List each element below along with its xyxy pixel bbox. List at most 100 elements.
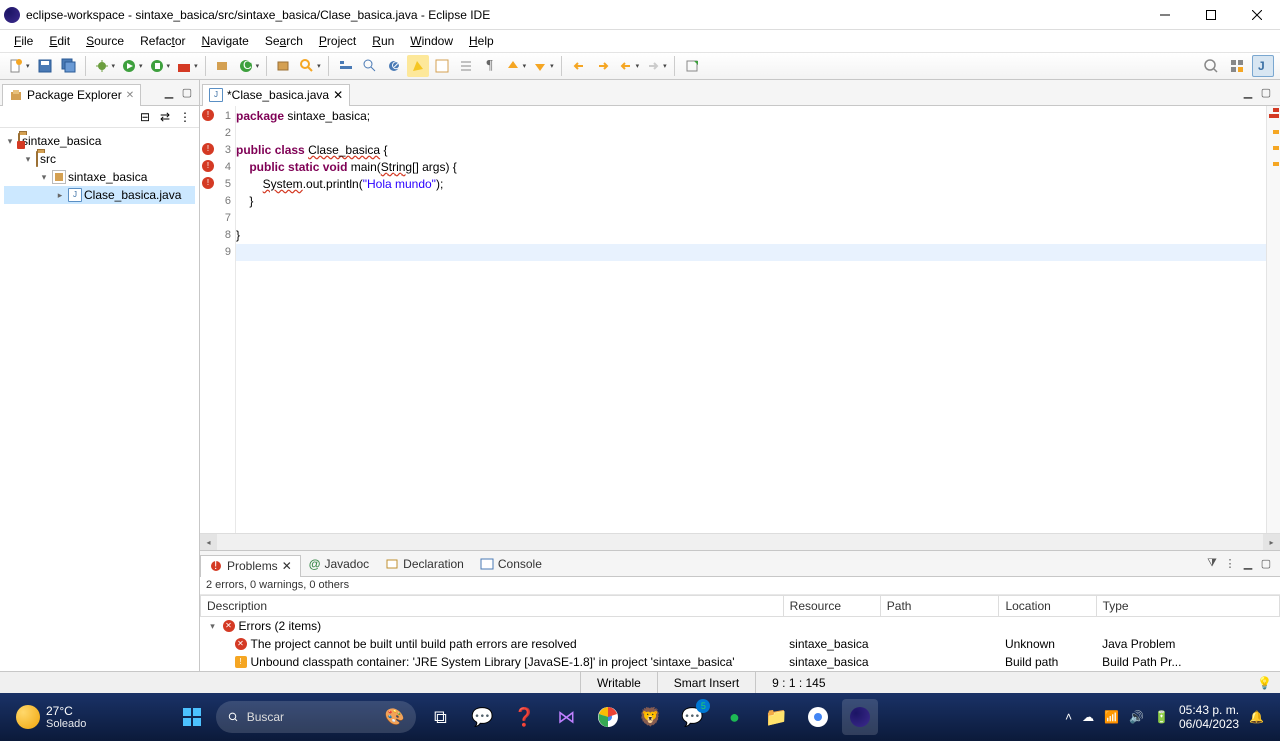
toggle-breadcrumb-button[interactable] bbox=[335, 55, 357, 77]
package-explorer-tree[interactable]: ▾ sintaxe_basica ▾ src ▾ sintaxe_basica … bbox=[0, 128, 199, 671]
problems-table[interactable]: Description Resource Path Location Type … bbox=[200, 595, 1280, 671]
whatsapp-button[interactable]: 💬5 bbox=[674, 699, 710, 735]
chrome2-button[interactable] bbox=[800, 699, 836, 735]
chevron-up-icon[interactable]: ˄ bbox=[1065, 710, 1072, 724]
menu-refactor[interactable]: Refactor bbox=[132, 32, 193, 50]
wifi-icon[interactable]: 📶 bbox=[1104, 710, 1119, 724]
error-marker-icon[interactable]: ! bbox=[202, 177, 214, 189]
run-button[interactable] bbox=[119, 55, 145, 77]
vs-button[interactable]: ⋈ bbox=[548, 699, 584, 735]
highlight-button[interactable] bbox=[407, 55, 429, 77]
menu-file[interactable]: File bbox=[6, 32, 41, 50]
filter-icon[interactable]: ⧩ bbox=[1204, 556, 1220, 572]
error-marker-icon[interactable]: ! bbox=[202, 109, 214, 121]
package-explorer-tab[interactable]: Package Explorer ✕ bbox=[2, 84, 141, 106]
eclipse-button[interactable] bbox=[842, 699, 878, 735]
search-access-button[interactable] bbox=[1200, 55, 1222, 77]
volume-icon[interactable]: 🔊 bbox=[1129, 710, 1144, 724]
close-icon[interactable]: ✕ bbox=[333, 88, 343, 102]
explorer-button[interactable]: 📁 bbox=[758, 699, 794, 735]
new-button[interactable] bbox=[6, 55, 32, 77]
java-perspective-button[interactable]: J bbox=[1252, 55, 1274, 77]
editor-tab[interactable]: J *Clase_basica.java ✕ bbox=[202, 84, 350, 106]
start-button[interactable] bbox=[174, 699, 210, 735]
menu-run[interactable]: Run bbox=[364, 32, 402, 50]
toggle-mark-button[interactable] bbox=[359, 55, 381, 77]
perspective-open-button[interactable] bbox=[1226, 55, 1248, 77]
tip-icon[interactable]: 💡 bbox=[1257, 676, 1280, 690]
maximize-editor-icon[interactable]: ▢ bbox=[1258, 85, 1274, 101]
system-tray[interactable]: ˄ ☁ 📶 🔊 🔋 05:43 p. m. 06/04/2023 🔔 bbox=[1065, 703, 1264, 732]
help-button[interactable]: ❓ bbox=[506, 699, 542, 735]
declaration-tab[interactable]: Declaration bbox=[377, 553, 472, 575]
save-all-button[interactable] bbox=[58, 55, 80, 77]
link-editor-button[interactable]: ⇄ bbox=[157, 109, 173, 125]
close-button[interactable] bbox=[1234, 0, 1280, 30]
taskbar-search-input[interactable] bbox=[247, 710, 377, 724]
tree-package[interactable]: ▾ sintaxe_basica bbox=[4, 168, 195, 186]
editor[interactable]: 1 2 3 4 5 6 7 8 9 ! ! ! ! package sintax… bbox=[200, 106, 1280, 533]
menu-search[interactable]: Search bbox=[257, 32, 311, 50]
notifications-icon[interactable]: 🔔 bbox=[1249, 710, 1264, 724]
menu-help[interactable]: Help bbox=[461, 32, 502, 50]
minimize-view-icon[interactable]: ▁ bbox=[1240, 556, 1256, 572]
chat-button[interactable]: 💬 bbox=[464, 699, 500, 735]
error-marker-icon[interactable]: ! bbox=[202, 143, 214, 155]
search-button[interactable] bbox=[297, 55, 323, 77]
code-area[interactable]: package sintaxe_basica; public class Cla… bbox=[236, 106, 1266, 533]
chrome-button[interactable] bbox=[590, 699, 626, 735]
open-type-button[interactable] bbox=[273, 55, 295, 77]
error-marker-icon[interactable]: ! bbox=[202, 160, 214, 172]
block-select-button[interactable] bbox=[431, 55, 453, 77]
new-class-button[interactable]: C bbox=[236, 55, 262, 77]
external-button[interactable] bbox=[174, 55, 200, 77]
pin-button[interactable] bbox=[681, 55, 703, 77]
spotify-button[interactable]: ● bbox=[716, 699, 752, 735]
tree-file[interactable]: ▸ J Clase_basica.java bbox=[4, 186, 195, 204]
view-menu-icon[interactable]: ⋮ bbox=[1222, 556, 1238, 572]
close-icon[interactable]: ✕ bbox=[282, 559, 292, 573]
horizontal-scrollbar[interactable]: ◂▸ bbox=[200, 533, 1280, 550]
view-menu-button[interactable]: ⋮ bbox=[177, 109, 193, 125]
menu-navigate[interactable]: Navigate bbox=[193, 32, 256, 50]
minimize-editor-icon[interactable]: ▁ bbox=[1240, 85, 1256, 101]
clock[interactable]: 05:43 p. m. 06/04/2023 bbox=[1179, 703, 1239, 732]
last-edit-button[interactable] bbox=[568, 55, 590, 77]
paragraph-button[interactable]: ¶ bbox=[479, 55, 501, 77]
menu-edit[interactable]: Edit bbox=[41, 32, 78, 50]
maximize-button[interactable] bbox=[1188, 0, 1234, 30]
prev-annotation-button[interactable] bbox=[530, 55, 556, 77]
minimize-button[interactable] bbox=[1142, 0, 1188, 30]
console-tab[interactable]: Console bbox=[472, 553, 550, 575]
collapse-all-button[interactable]: ⊟ bbox=[137, 109, 153, 125]
close-icon[interactable]: ✕ bbox=[126, 90, 134, 101]
javadoc-tab[interactable]: @ Javadoc bbox=[301, 553, 377, 575]
tree-src[interactable]: ▾ src bbox=[4, 150, 195, 168]
new-package-button[interactable] bbox=[212, 55, 234, 77]
skip-breakpoints-button[interactable]: ⊘ bbox=[383, 55, 405, 77]
maximize-view-icon[interactable]: ▢ bbox=[1258, 556, 1274, 572]
weather-widget[interactable]: 27°C Soleado bbox=[16, 704, 86, 730]
problems-row[interactable]: ✕The project cannot be built until build… bbox=[201, 635, 1280, 653]
minimize-view-icon[interactable]: ▁ bbox=[161, 85, 177, 101]
debug-button[interactable] bbox=[92, 55, 118, 77]
problems-tab[interactable]: ! Problems ✕ bbox=[200, 555, 301, 577]
brave-button[interactable]: 🦁 bbox=[632, 699, 668, 735]
problems-group-row[interactable]: ▾✕Errors (2 items) bbox=[201, 617, 1280, 636]
forward-button[interactable] bbox=[643, 55, 669, 77]
back-button[interactable] bbox=[616, 55, 642, 77]
overview-ruler[interactable] bbox=[1266, 106, 1280, 533]
onedrive-icon[interactable]: ☁ bbox=[1082, 710, 1094, 724]
menu-project[interactable]: Project bbox=[311, 32, 364, 50]
tree-project[interactable]: ▾ sintaxe_basica bbox=[4, 132, 195, 150]
maximize-view-icon[interactable]: ▢ bbox=[179, 85, 195, 101]
problems-row[interactable]: !Unbound classpath container: 'JRE Syste… bbox=[201, 653, 1280, 671]
battery-icon[interactable]: 🔋 bbox=[1154, 710, 1169, 724]
coverage-button[interactable] bbox=[147, 55, 173, 77]
forward-edit-button[interactable] bbox=[592, 55, 614, 77]
menu-source[interactable]: Source bbox=[78, 32, 132, 50]
save-button[interactable] bbox=[34, 55, 56, 77]
taskview-button[interactable]: ⧉ bbox=[422, 699, 458, 735]
taskbar-search[interactable]: 🎨 bbox=[216, 701, 416, 733]
show-whitespace-button[interactable] bbox=[455, 55, 477, 77]
